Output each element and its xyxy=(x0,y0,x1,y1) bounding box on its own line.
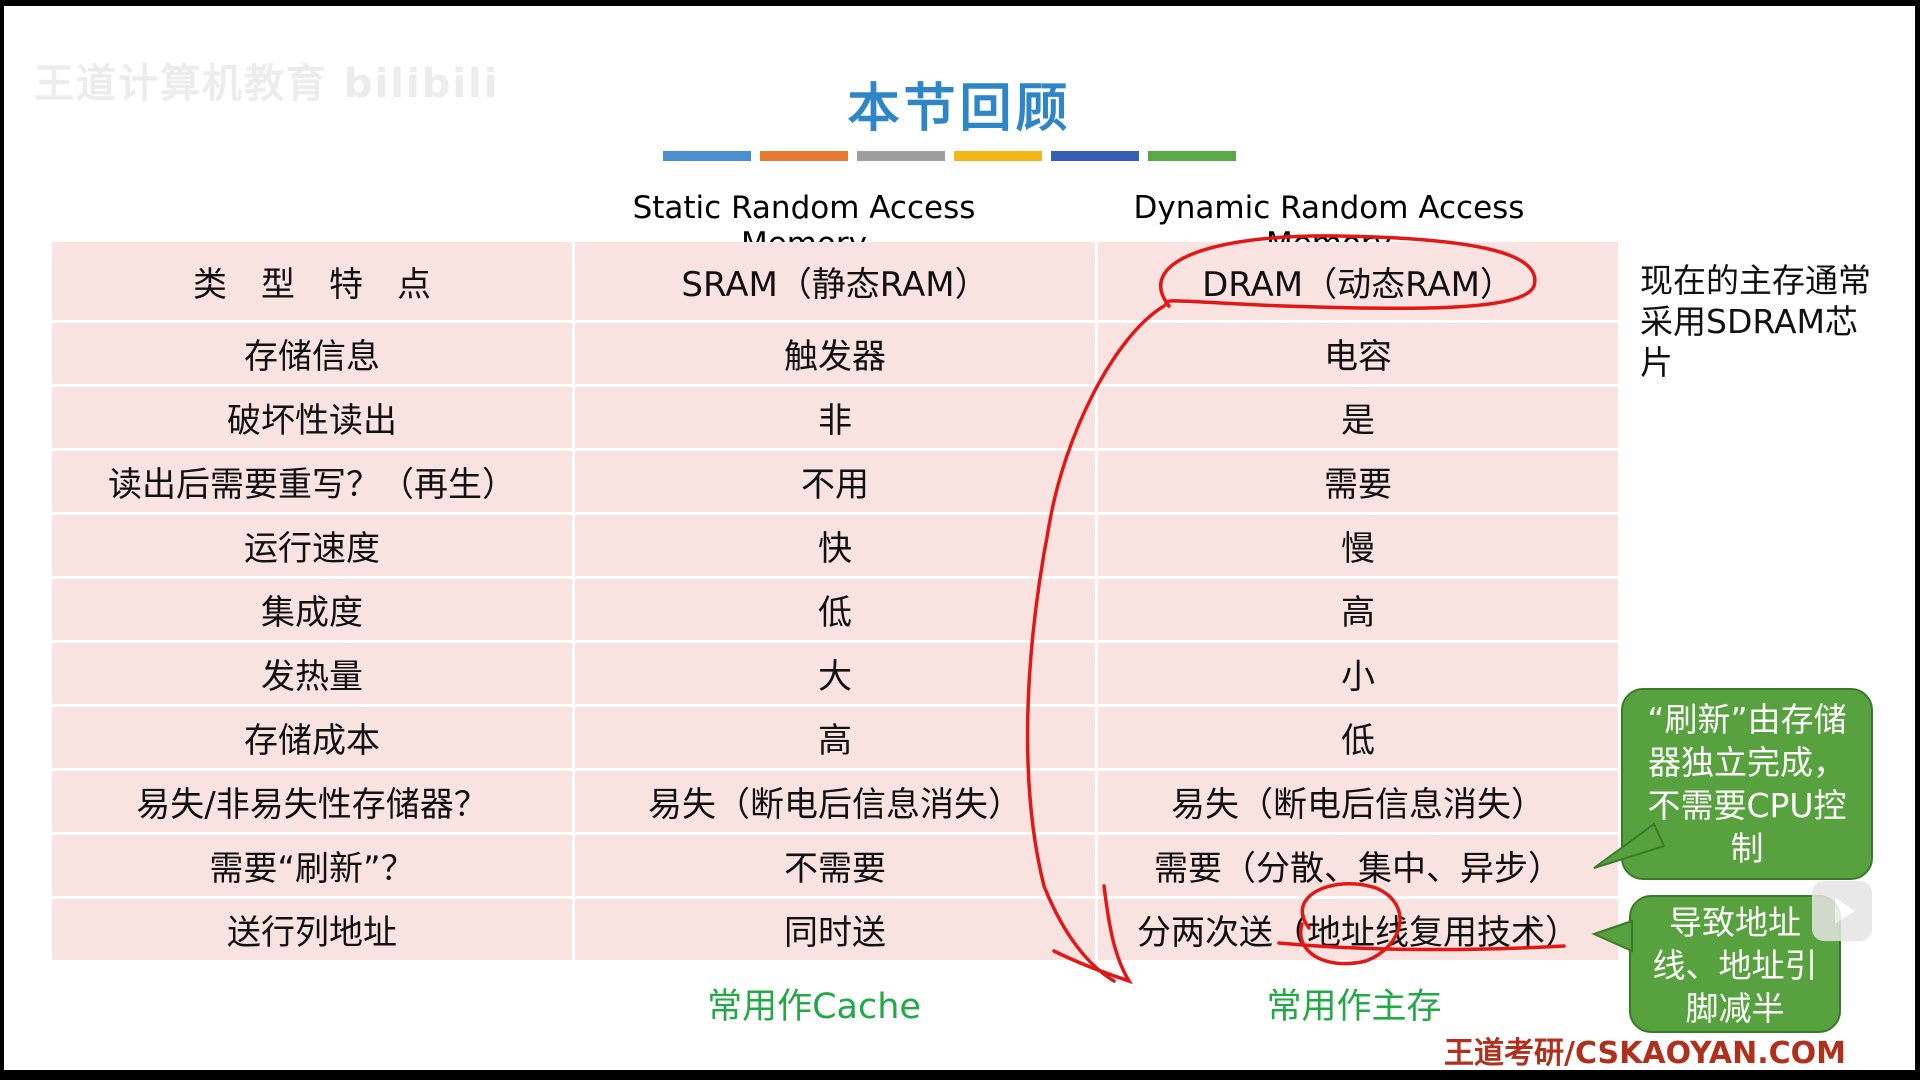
address-callout-text: 导致地址线、地址引脚减半 xyxy=(1652,903,1818,1028)
table-row: 破坏性读出非是 xyxy=(52,387,1618,448)
cell-heat-attribute: 发热量 xyxy=(52,643,572,704)
cell-address-attribute: 送行列地址 xyxy=(52,899,572,960)
cell-destructive-read-attribute: 破坏性读出 xyxy=(52,387,572,448)
cell-rewrite-dram: 需要 xyxy=(1098,451,1618,512)
cell-volatile-attribute: 易失/非易失性存储器？ xyxy=(52,771,572,832)
cell-destructive-read-sram: 非 xyxy=(575,387,1095,448)
page-title: 本节回顾 xyxy=(847,79,1072,139)
cell-type-dram: DRAM（动态RAM） xyxy=(1098,242,1618,320)
cell-volatile-sram: 易失（断电后信息消失） xyxy=(575,771,1095,832)
underline-segment-6 xyxy=(1148,151,1236,161)
cell-integration-attribute: 集成度 xyxy=(52,579,572,640)
underline-segment-5 xyxy=(1051,151,1139,161)
cell-storage-dram: 电容 xyxy=(1098,323,1618,384)
cell-speed-dram: 慢 xyxy=(1098,515,1618,576)
cell-refresh-dram: 需要（分散、集中、异步） xyxy=(1098,835,1618,896)
table-row: 运行速度快慢 xyxy=(52,515,1618,576)
underline-segment-3 xyxy=(857,151,945,161)
table-row: 读出后需要重写？（再生） 不用 需要 xyxy=(52,451,1618,512)
cell-storage-sram: 触发器 xyxy=(575,323,1095,384)
cell-integration-dram: 高 xyxy=(1098,579,1618,640)
table-row: 发热量大小 xyxy=(52,643,1618,704)
cell-destructive-read-dram: 是 xyxy=(1098,387,1618,448)
slide: 王道计算机教育 bilibili 本节回顾 Static Random Acce… xyxy=(4,6,1915,1070)
cell-type-sram: SRAM（静态RAM） xyxy=(575,242,1095,320)
cell-storage-attribute: 存储信息 xyxy=(52,323,572,384)
refresh-callout-text: “刷新”由存储器独立完成，不需要CPU控制 xyxy=(1647,700,1847,868)
cell-integration-sram: 低 xyxy=(575,579,1095,640)
address-callout: 导致地址线、地址引脚减半 xyxy=(1629,895,1841,1033)
cell-speed-attribute: 运行速度 xyxy=(52,515,572,576)
cell-cost-dram: 低 xyxy=(1098,707,1618,768)
cell-speed-sram: 快 xyxy=(575,515,1095,576)
dram-usage: 常用作主存 xyxy=(1266,987,1442,1027)
cell-type-attribute: 类 型 特 点 xyxy=(52,242,572,320)
cell-rewrite-sram: 不用 xyxy=(575,451,1095,512)
cell-address-sram: 同时送 xyxy=(575,899,1095,960)
cell-heat-sram: 大 xyxy=(575,643,1095,704)
cell-rewrite-attribute: 读出后需要重写？（再生） xyxy=(52,451,572,512)
sram-usage: 常用作Cache xyxy=(707,987,921,1027)
cell-volatile-dram: 易失（断电后信息消失） xyxy=(1098,771,1618,832)
cell-cost-attribute: 存储成本 xyxy=(52,707,572,768)
table-row: 集成度低高 xyxy=(52,579,1618,640)
table-row: 存储信息 触发器 电容 xyxy=(52,323,1618,384)
brand-label: 王道考研/CSKAOYAN.COM xyxy=(1444,1036,1846,1070)
sram-dram-comparison-table: 类 型 特 点 SRAM（静态RAM） DRAM（动态RAM） 存储信息 触发器 电容 破坏… xyxy=(49,239,1621,963)
table-row: 需要“刷新”？ 不需要 需要（分散、集中、异步） xyxy=(52,835,1618,896)
play-icon[interactable] xyxy=(1812,881,1872,941)
table-header-row: 类 型 特 点 SRAM（静态RAM） DRAM（动态RAM） xyxy=(52,242,1618,320)
underline-segment-2 xyxy=(760,151,848,161)
table-row: 送行列地址 同时送 分两次送（地址线复用技术） xyxy=(52,899,1618,960)
cell-address-dram: 分两次送（地址线复用技术） xyxy=(1098,899,1618,960)
side-note: 现在的主存通常采用SDRAM芯片 xyxy=(1640,261,1871,382)
refresh-callout: “刷新”由存储器独立完成，不需要CPU控制 xyxy=(1621,688,1873,880)
cell-heat-dram: 小 xyxy=(1098,643,1618,704)
underline-segment-4 xyxy=(954,151,1042,161)
table-row: 存储成本高低 xyxy=(52,707,1618,768)
underline-segment-1 xyxy=(663,151,751,161)
cell-refresh-sram: 不需要 xyxy=(575,835,1095,896)
table-row: 易失/非易失性存储器？ 易失（断电后信息消失） 易失（断电后信息消失） xyxy=(52,771,1618,832)
cell-refresh-attribute: 需要“刷新”？ xyxy=(52,835,572,896)
cell-cost-sram: 高 xyxy=(575,707,1095,768)
